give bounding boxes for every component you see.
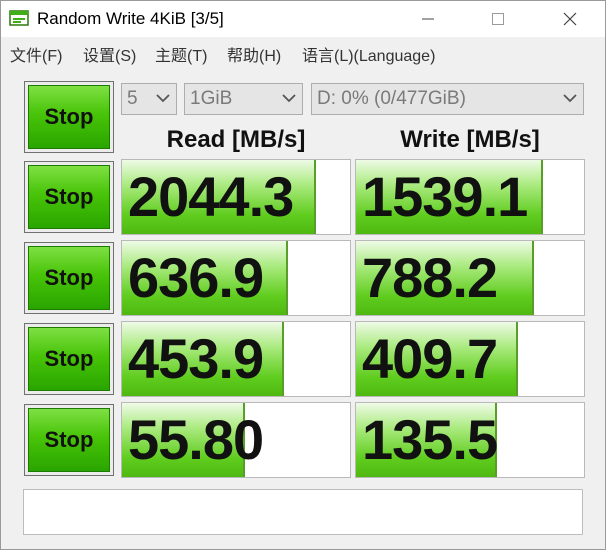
- menu-settings[interactable]: 设置(S): [83, 42, 136, 66]
- menu-theme[interactable]: 主题(T): [155, 42, 207, 66]
- window-title: Random Write 4KiB [3/5]: [37, 9, 224, 28]
- stop-label: Stop: [28, 327, 110, 391]
- drive-select[interactable]: D: 0% (0/477GiB): [311, 83, 584, 115]
- maximize-icon: [492, 13, 504, 25]
- read-result-row-2: 636.9: [121, 240, 351, 316]
- read-result-row-1: 2044.3: [121, 159, 351, 235]
- app-icon: [9, 9, 29, 27]
- read-value: 55.80: [128, 408, 264, 471]
- write-value: 788.2: [362, 246, 498, 309]
- stop-button-row-1[interactable]: Stop: [24, 161, 114, 233]
- read-header: Read [MB/s]: [166, 126, 306, 153]
- read-value: 636.9: [128, 246, 264, 309]
- title-bar: Random Write 4KiB [3/5]: [1, 1, 605, 37]
- write-result-row-1: 1539.1: [355, 159, 585, 235]
- test-size-select[interactable]: 1GiB: [184, 83, 303, 115]
- write-value: 135.5: [362, 408, 498, 471]
- write-value: 409.7: [362, 327, 498, 390]
- test-count-value: 5: [127, 88, 138, 109]
- comment-field[interactable]: [23, 489, 583, 535]
- write-value: 1539.1: [362, 165, 528, 228]
- stop-all-label: Stop: [28, 85, 110, 149]
- minimize-button[interactable]: [405, 1, 451, 37]
- stop-button-row-3[interactable]: Stop: [24, 323, 114, 395]
- stop-button-row-2[interactable]: Stop: [24, 242, 114, 314]
- crystaldiskmark-window: Random Write 4KiB [3/5] 文件(F) 设置(S) 主题(T…: [0, 0, 606, 550]
- stop-label: Stop: [28, 246, 110, 310]
- stop-label: Stop: [28, 408, 110, 472]
- stop-all-button[interactable]: Stop: [24, 81, 114, 153]
- read-value: 2044.3: [128, 165, 294, 228]
- menu-language[interactable]: 语言(L)(Language): [302, 42, 435, 66]
- chevron-down-icon: [156, 94, 170, 103]
- close-icon: [563, 12, 577, 26]
- read-result-row-3: 453.9: [121, 321, 351, 397]
- menu-bar: 文件(F) 设置(S) 主题(T) 帮助(H) 语言(L)(Language): [1, 37, 605, 69]
- close-button[interactable]: [547, 1, 593, 37]
- chevron-down-icon: [282, 94, 296, 103]
- write-result-row-4: 135.5: [355, 402, 585, 478]
- chevron-down-icon: [563, 94, 577, 103]
- menu-file[interactable]: 文件(F): [10, 42, 62, 66]
- maximize-button[interactable]: [475, 1, 521, 37]
- read-value: 453.9: [128, 327, 264, 390]
- menu-help[interactable]: 帮助(H): [227, 42, 281, 66]
- stop-label: Stop: [28, 165, 110, 229]
- minimize-icon: [422, 18, 434, 20]
- write-header: Write [MB/s]: [400, 126, 540, 153]
- test-count-select[interactable]: 5: [121, 83, 177, 115]
- write-result-row-3: 409.7: [355, 321, 585, 397]
- stop-button-row-4[interactable]: Stop: [24, 404, 114, 476]
- read-result-row-4: 55.80: [121, 402, 351, 478]
- test-size-value: 1GiB: [190, 88, 233, 109]
- write-result-row-2: 788.2: [355, 240, 585, 316]
- drive-value: D: 0% (0/477GiB): [317, 88, 466, 109]
